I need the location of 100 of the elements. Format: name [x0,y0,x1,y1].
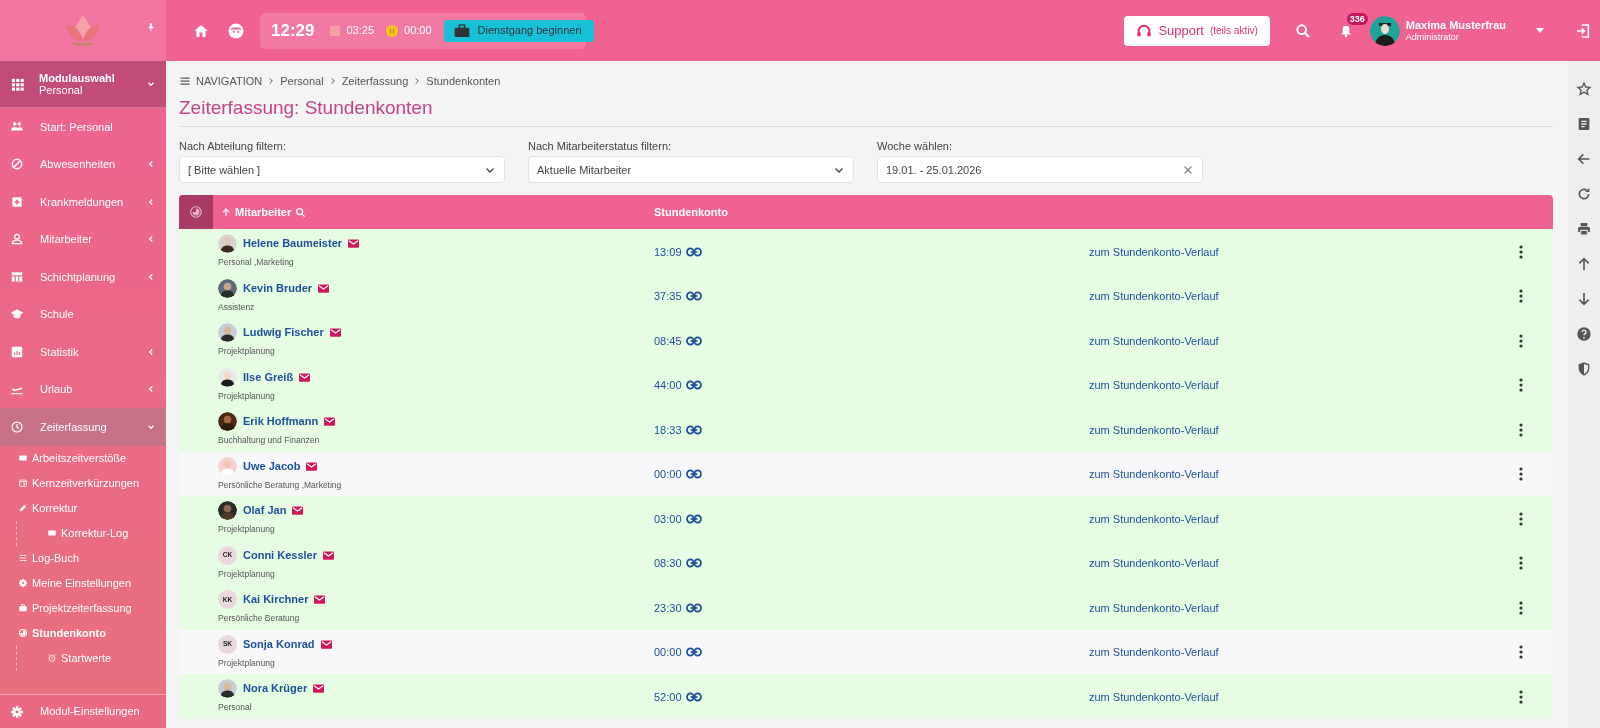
balance-link[interactable]: 23:30 [654,599,702,617]
chevron-right-icon [267,77,276,85]
balance-link[interactable]: 18:33 [654,421,702,439]
clear-icon[interactable] [1182,163,1194,176]
user-role: Administrator [1405,31,1460,42]
kebab-icon [1519,244,1523,259]
employee-link[interactable]: Sonja Konrad [243,635,315,653]
link-icon [685,513,702,524]
history-link[interactable]: zum Stundenkonto-Verlauf [1089,690,1219,703]
mail-icon[interactable] [313,684,325,694]
employee-link[interactable]: Helene Baumeister [243,235,343,252]
calendar-icon [18,478,28,488]
select-field[interactable]: Aktuelle Mitarbeiter [528,156,854,184]
history-link[interactable]: zum Stundenkonto-Verlauf [1089,512,1219,525]
medical-icon [10,194,24,209]
employee-link[interactable]: Erik Hoffmann [243,413,319,430]
column-settings-button[interactable] [179,195,213,230]
filter-label: Nach Abteilung filtern: [179,138,287,154]
mail-icon[interactable] [306,461,318,471]
history-link[interactable]: zum Stundenkonto-Verlauf [1089,601,1219,614]
kebab-icon [1519,689,1523,704]
balance-link[interactable]: 08:45 [654,332,702,350]
face-icon [226,21,245,40]
employee-link[interactable]: Nora Krüger [243,680,308,697]
down-arrow-icon[interactable] [1576,291,1592,307]
search-icon[interactable] [295,206,307,218]
balance-link[interactable]: 44:00 [654,377,702,394]
employee-link[interactable]: Kai Kirchner [243,591,309,608]
pencil-icon [18,503,28,513]
history-link[interactable]: zum Stundenkonto-Verlauf [1089,290,1219,303]
mail-icon[interactable] [320,639,332,649]
department-text: Projektplanung [218,567,276,581]
kebab-icon [1519,289,1523,304]
balance-link[interactable]: 52:00 [654,688,702,706]
breadcrumb-link[interactable]: Stundenkonten [426,72,501,90]
history-link[interactable]: zum Stundenkonto-Verlauf [1089,245,1219,258]
employee-link[interactable]: Uwe Jacob [243,457,301,475]
sort-arrow-icon[interactable] [221,206,231,218]
mail-icon[interactable] [314,595,326,605]
mail-icon[interactable] [318,283,330,293]
employee-link[interactable]: Ludwig Fischer [243,324,324,341]
department-text: Projektplanung [218,523,276,536]
kebab-icon [1519,556,1523,571]
filter-label: Nach Mitarbeiterstatus filtern: [528,138,673,154]
balance-link[interactable]: 13:09 [654,243,702,261]
history-link[interactable]: zum Stundenkonto-Verlauf [1089,557,1219,570]
history-link[interactable]: zum Stundenkonto-Verlauf [1089,468,1219,481]
help-icon[interactable] [1576,326,1592,342]
link-icon [685,602,702,613]
link-icon [685,335,702,346]
module-label: Modulauswahl Personal [39,71,116,97]
pause-icon [386,24,398,37]
breadcrumb-link[interactable]: NAVIGATION [196,72,263,90]
mail-icon[interactable] [299,372,311,382]
search-icon [1295,22,1312,39]
select-field[interactable]: [ Bitte wählen ] [179,156,505,184]
date-field[interactable]: 19.01. - 25.01.2026 [877,156,1203,184]
print-icon[interactable] [1576,221,1592,237]
mail-icon[interactable] [322,550,334,560]
employee-link[interactable]: Olaf Jan [243,502,287,519]
work-timer-icon [330,25,341,36]
department-text: Assistenz [218,300,256,314]
balance-link[interactable]: 00:00 [654,644,702,661]
module-selector[interactable]: Modulauswahl Personal [0,61,166,108]
department-text: Projektplanung [218,656,276,670]
history-link[interactable]: zum Stundenkonto-Verlauf [1089,379,1219,392]
balance-link[interactable]: 03:00 [654,510,702,528]
link-icon [685,380,702,391]
breadcrumb-link[interactable]: Zeiterfassung [341,72,409,90]
kebab-icon [1519,378,1523,393]
support-button[interactable]: Support (teils aktiv) [1124,15,1270,46]
department-text: Persönliche Beratung [218,612,301,625]
person-icon [10,232,24,247]
settings-icon [18,578,28,588]
employee-link[interactable]: Ilse Greiß [243,368,294,386]
breadcrumb-link[interactable]: Personal [280,72,324,90]
history-link[interactable]: zum Stundenkonto-Verlauf [1089,646,1219,659]
kebab-icon [1519,511,1523,526]
back-arrow-icon[interactable] [1576,151,1592,167]
mail-icon[interactable] [348,239,360,249]
mail-icon[interactable] [329,328,341,338]
balance-link[interactable]: 08:30 [654,555,702,572]
kebab-icon [1519,422,1523,437]
up-arrow-icon[interactable] [1576,256,1592,272]
menu-icon[interactable] [179,75,191,87]
mail-icon[interactable] [324,417,336,427]
department-text: Projektplanung [218,345,276,358]
employee-link[interactable]: Conni Kessler [243,546,317,564]
mail-icon[interactable] [292,506,304,516]
history-link[interactable]: zum Stundenkonto-Verlauf [1089,334,1219,347]
department-text: Personal ,Marketing [218,256,295,269]
start-duty-button[interactable]: Dienstgang beginnen [443,19,594,42]
balance-link[interactable]: 37:35 [654,288,702,305]
shield-icon[interactable] [1576,361,1592,377]
employee-link[interactable]: Kevin Bruder [243,279,313,297]
history-link[interactable]: zum Stundenkonto-Verlauf [1089,423,1219,436]
notes-icon[interactable] [1576,116,1592,132]
balance-link[interactable]: 00:00 [654,466,702,483]
favorite-icon[interactable] [1576,81,1592,97]
reload-icon[interactable] [1576,186,1592,202]
